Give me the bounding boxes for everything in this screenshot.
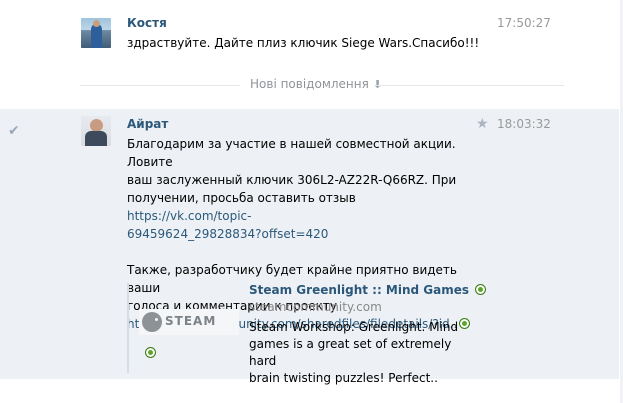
message-time[interactable]: 17:50:27	[497, 16, 551, 30]
attachment-description: Steam Workshop: Greenlight. Mind games i…	[249, 319, 464, 387]
check-icon[interactable]: ✔	[8, 123, 20, 139]
message-line: Благодарим за участие в нашей совместной…	[127, 137, 456, 169]
description-line: brain twisting puzzles! Perfect..	[249, 371, 438, 385]
message-time[interactable]: 18:03:32	[497, 117, 551, 131]
description-line: games is a great set of extremely hard	[249, 337, 452, 368]
external-link-icon[interactable]	[475, 284, 487, 295]
steam-thumbnail[interactable]: STEAM	[139, 309, 239, 335]
new-messages-divider: Нові повідомлення⬇	[80, 76, 564, 94]
steam-logo-icon	[142, 312, 162, 332]
message-line: получении, просьба оставить отзыв	[127, 191, 356, 205]
message-row-selected[interactable]: ✔ Айрат ★ 18:03:32 Благодарим за участие…	[0, 109, 619, 385]
description-line: Steam Workshop: Greenlight. Mind	[249, 320, 459, 334]
attachment-domain: steamcommunity.com	[249, 300, 382, 314]
external-link-icon[interactable]	[145, 347, 156, 358]
scrollbar[interactable]	[619, 0, 623, 403]
topic-link[interactable]: https://vk.com/topic-	[127, 209, 251, 223]
message-row[interactable]: Костя 17:50:27 здраствуйте. Дайте плиз к…	[0, 0, 619, 66]
message-text: здраствуйте. Дайте плиз ключик Siege War…	[127, 36, 480, 50]
link-attachment[interactable]: STEAM Steam Greenlight :: Mind Games ste…	[127, 283, 487, 385]
message-author[interactable]: Костя	[127, 16, 167, 30]
steam-wordmark: STEAM	[165, 314, 217, 328]
avatar[interactable]	[81, 116, 111, 146]
star-icon[interactable]: ★	[476, 116, 489, 132]
topic-link-cont[interactable]: 69459624_29828834?offset=420	[127, 227, 328, 241]
message-line: ваш заслуженный ключик 306L2-AZ22R-Q66RZ…	[127, 173, 457, 187]
avatar[interactable]	[81, 18, 111, 48]
new-messages-label: Нові повідомлення	[250, 77, 369, 91]
message-author[interactable]: Айрат	[127, 117, 168, 131]
attachment-title[interactable]: Steam Greenlight :: Mind Games	[249, 283, 469, 297]
